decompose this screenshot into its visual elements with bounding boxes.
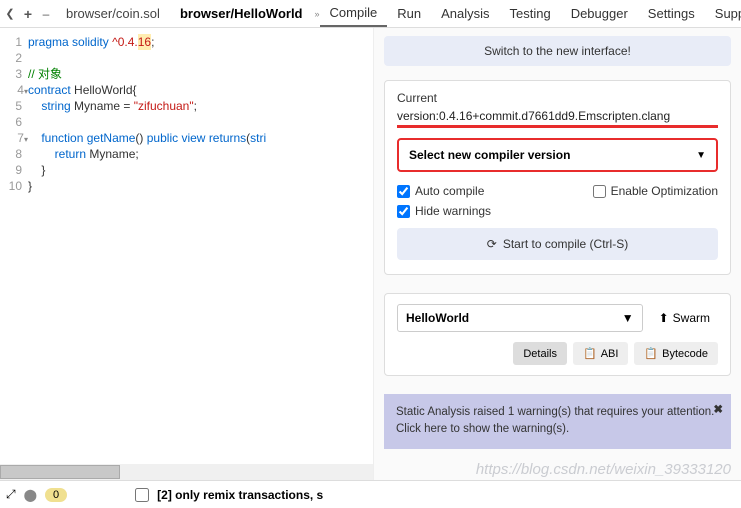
menu-item-debugger[interactable]: Debugger [561,0,638,27]
details-label: Details [523,348,557,360]
compile-button-label: Start to compile (Ctrl-S) [503,237,628,251]
auto-compile-label: Auto compile [415,184,484,198]
compiler-select-label: Select new compiler version [409,148,570,162]
minus-icon[interactable]: – [40,8,52,20]
chevron-left-icon[interactable]: ❮ [4,8,16,20]
abi-label: ABI [601,348,619,360]
file-tabs: browser/coin.solbrowser/HelloWorld [56,0,313,27]
line-gutter: 1234▾567▾8910 [0,28,28,464]
current-label: Current [397,91,718,105]
hide-warnings-label: Hide warnings [415,204,491,218]
contract-select[interactable]: HelloWorld ▼ [397,304,643,332]
menu-item-compile[interactable]: Compile [320,0,388,27]
hide-warnings-checkbox[interactable]: Hide warnings [397,204,491,218]
enable-optimization-input[interactable] [593,185,606,198]
main-area: 1234▾567▾8910 pragma solidity ^0.4.16;//… [0,28,741,480]
compile-panel: Switch to the new interface! Current ver… [373,28,741,480]
main-menu: CompileRunAnalysisTestingDebuggerSetting… [320,0,741,27]
clipboard-icon: 📋 [583,347,597,360]
horizontal-scrollbar[interactable] [0,464,373,480]
warning-count-pill[interactable]: 0 [45,488,67,502]
bug-icon[interactable]: ⬤ [24,488,37,502]
menu-item-analysis[interactable]: Analysis [431,0,499,27]
menu-item-run[interactable]: Run [387,0,431,27]
menu-item-testing[interactable]: Testing [499,0,560,27]
auto-compile-checkbox[interactable]: Auto compile [397,184,484,198]
code-area[interactable]: 1234▾567▾8910 pragma solidity ^0.4.16;//… [0,28,373,464]
plus-icon[interactable]: + [22,8,34,20]
refresh-icon: ⟳ [487,237,497,251]
file-tab[interactable]: browser/coin.sol [56,2,170,25]
dropdown-triangle-icon: ▼ [696,150,706,161]
close-icon[interactable]: ✖ [713,402,723,419]
code-content[interactable]: pragma solidity ^0.4.16;// 对象contract He… [28,28,373,464]
clipboard-icon: 📋 [644,347,658,360]
warning-line-2: Click here to show the warning(s). [396,421,719,438]
compiler-select[interactable]: Select new compiler version ▼ [397,138,718,172]
warning-line-1: Static Analysis raised 1 warning(s) that… [396,404,719,421]
contract-select-label: HelloWorld [406,311,469,325]
dropdown-triangle-icon: ▼ [622,311,634,325]
static-analysis-warning[interactable]: ✖ Static Analysis raised 1 warning(s) th… [384,394,731,449]
menu-item-settings[interactable]: Settings [638,0,705,27]
compiler-section: Current version:0.4.16+commit.d7661dd9.E… [384,80,731,275]
compile-button[interactable]: ⟳ Start to compile (Ctrl-S) [397,228,718,260]
contract-section: HelloWorld ▼ ⬆ Swarm Details 📋 ABI 📋 Bytec… [384,293,731,376]
left-controls: ❮ + – [0,8,56,20]
red-underline [397,125,718,128]
hide-warnings-input[interactable] [397,205,410,218]
upload-icon: ⬆ [659,311,669,325]
bytecode-label: Bytecode [662,348,708,360]
expand-icon[interactable]: ⤢ [6,487,16,502]
code-editor: 1234▾567▾8910 pragma solidity ^0.4.16;//… [0,28,373,480]
file-tab[interactable]: browser/HelloWorld [170,2,313,25]
current-version: version:0.4.16+commit.d7661dd9.Emscripte… [397,109,718,123]
bytecode-button[interactable]: 📋 Bytecode [634,342,718,365]
swarm-label: Swarm [673,311,710,325]
auto-compile-input[interactable] [397,185,410,198]
enable-optimization-checkbox[interactable]: Enable Optimization [593,184,718,198]
abi-button[interactable]: 📋 ABI [573,342,628,365]
bottom-bar: ⤢ ⬤ 0 [2] only remix transactions, s [0,480,741,508]
scrollbar-thumb[interactable] [0,465,120,479]
top-bar: ❮ + – browser/coin.solbrowser/HelloWorld… [0,0,741,28]
enable-optimization-label: Enable Optimization [611,184,718,198]
switch-interface-banner[interactable]: Switch to the new interface! [384,36,731,66]
bottom-checkbox[interactable] [135,488,149,502]
bottom-message: [2] only remix transactions, s [157,488,323,502]
swarm-button[interactable]: ⬆ Swarm [651,305,718,331]
menu-item-supp[interactable]: Supp [705,0,741,27]
details-button[interactable]: Details [513,342,567,365]
